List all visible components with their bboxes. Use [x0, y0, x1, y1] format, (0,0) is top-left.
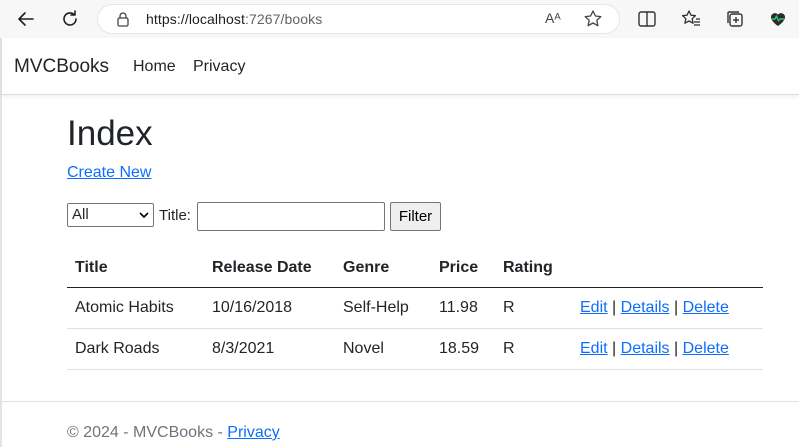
cell-actions: Edit | Details | Delete [572, 328, 763, 370]
edit-link[interactable]: Edit [580, 340, 608, 357]
books-table: Title Release Date Genre Price Rating At… [67, 248, 763, 370]
table-header-row: Title Release Date Genre Price Rating [67, 248, 763, 288]
url-text[interactable]: https://localhost:7267/books [146, 11, 322, 27]
genre-select[interactable]: All [67, 203, 154, 227]
lock-icon[interactable] [116, 11, 130, 27]
create-new-link[interactable]: Create New [67, 164, 151, 182]
address-bar[interactable]: https://localhost:7267/books Aᴬ [98, 5, 619, 33]
cell-release-date: 8/3/2021 [204, 328, 335, 370]
title-filter-label: Title: [159, 207, 191, 224]
back-arrow-icon [18, 12, 34, 26]
favorite-star-icon[interactable] [582, 8, 604, 30]
column-header-title: Title [67, 248, 204, 288]
browser-toolbar: https://localhost:7267/books Aᴬ [0, 0, 799, 38]
cell-title: Atomic Habits [67, 287, 204, 329]
delete-link[interactable]: Delete [683, 299, 729, 316]
nav-privacy-link[interactable]: Privacy [193, 58, 245, 76]
cell-release-date: 10/16/2018 [204, 287, 335, 329]
site-footer: © 2024 - MVCBooks - Privacy [67, 424, 280, 442]
footer-privacy-link[interactable]: Privacy [227, 424, 279, 441]
favorites-icon[interactable] [680, 8, 702, 30]
filter-button[interactable]: Filter [390, 202, 441, 231]
action-separator: | [612, 340, 617, 357]
table-row: Atomic Habits 10/16/2018 Self-Help 11.98… [67, 287, 763, 329]
cell-genre: Novel [335, 328, 431, 370]
column-header-rating: Rating [495, 248, 572, 288]
details-link[interactable]: Details [621, 340, 670, 357]
browser-essentials-icon[interactable] [767, 8, 789, 30]
url-path: :7267/books [244, 11, 323, 27]
cell-actions: Edit | Details | Delete [572, 287, 763, 329]
refresh-icon [63, 10, 77, 26]
action-separator: | [674, 340, 679, 357]
chevron-down-icon [139, 212, 149, 219]
cell-price: 18.59 [431, 328, 495, 370]
genre-selected-value: All [72, 206, 89, 223]
footer-copyright: © 2024 - MVCBooks - [67, 424, 228, 441]
cell-rating: R [495, 328, 572, 370]
column-header-genre: Genre [335, 248, 431, 288]
page-left-border [0, 38, 2, 447]
column-header-release-date: Release Date [204, 248, 335, 288]
brand-link[interactable]: MVCBooks [14, 56, 109, 78]
cell-genre: Self-Help [335, 287, 431, 329]
refresh-button[interactable] [58, 7, 82, 31]
column-header-actions [572, 248, 763, 288]
url-host: https://localhost [146, 11, 245, 27]
collections-icon[interactable] [724, 8, 746, 30]
details-link[interactable]: Details [621, 299, 670, 316]
back-button[interactable] [14, 7, 38, 31]
split-screen-icon[interactable] [636, 8, 658, 30]
nav-home-link[interactable]: Home [133, 58, 176, 76]
table-row: Dark Roads 8/3/2021 Novel 18.59 R Edit |… [67, 328, 763, 370]
title-filter-input[interactable] [197, 202, 385, 231]
page-title: Index [67, 114, 153, 153]
column-header-price: Price [431, 248, 495, 288]
site-navbar: MVCBooks Home Privacy [2, 38, 799, 95]
footer-divider [2, 401, 799, 402]
edit-link[interactable]: Edit [580, 299, 608, 316]
action-separator: | [612, 299, 617, 316]
action-separator: | [674, 299, 679, 316]
cell-price: 11.98 [431, 287, 495, 329]
cell-title: Dark Roads [67, 328, 204, 370]
read-aloud-icon[interactable]: Aᴬ [545, 10, 561, 26]
delete-link[interactable]: Delete [683, 340, 729, 357]
cell-rating: R [495, 287, 572, 329]
